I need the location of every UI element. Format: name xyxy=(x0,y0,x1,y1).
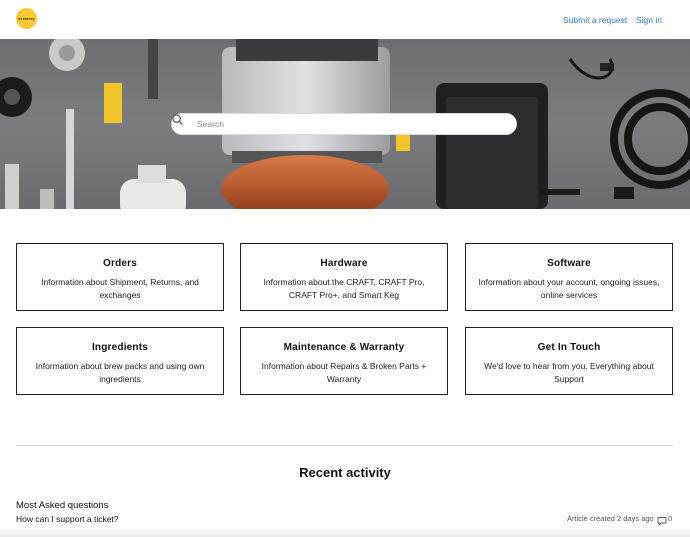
recent-activity-heading: Recent activity xyxy=(299,465,391,480)
search-input[interactable] xyxy=(197,119,497,129)
section-divider xyxy=(16,445,673,446)
category-card-software[interactable]: Software Information about your account,… xyxy=(465,243,673,311)
activity-article-link[interactable]: How can I support a ticket? xyxy=(16,514,119,524)
hero-banner xyxy=(0,39,690,209)
card-title: Maintenance & Warranty xyxy=(283,342,405,353)
category-card-orders[interactable]: Orders Information about Shipment, Retur… xyxy=(16,243,224,311)
comment-count: 0 xyxy=(668,514,673,523)
category-card-hardware[interactable]: Hardware Information about the CRAFT, CR… xyxy=(240,243,448,311)
brand-logo[interactable]: brewery xyxy=(16,8,37,29)
category-card-maintenance-warranty[interactable]: Maintenance & Warranty Information about… xyxy=(240,327,448,395)
logo-text: brewery xyxy=(18,16,35,21)
card-title: Ingredients xyxy=(91,342,149,353)
card-title: Hardware xyxy=(320,258,368,269)
submit-request-link[interactable]: Submit a request xyxy=(563,15,627,25)
comment-icon xyxy=(657,513,667,526)
card-description: Information about Shipment, Returns, and… xyxy=(41,277,199,300)
site-header: brewery Submit a request Sign in xyxy=(0,0,690,39)
search-bar[interactable] xyxy=(171,113,517,135)
card-description: Information about brew packs and using o… xyxy=(35,361,205,384)
card-description: Information about the CRAFT, CRAFT Pro, … xyxy=(263,277,425,300)
activity-meta: Article created 2 days ago xyxy=(567,514,654,523)
sign-in-link[interactable]: Sign in xyxy=(636,15,662,25)
card-description: Information about your account, ongoing … xyxy=(478,277,660,300)
footer-fade xyxy=(0,527,690,537)
activity-section-link[interactable]: Most Asked questions xyxy=(16,500,108,511)
category-card-ingredients[interactable]: Ingredients Information about brew packs… xyxy=(16,327,224,395)
card-title: Get In Touch xyxy=(537,342,601,353)
card-description: Information about Repairs & Broken Parts… xyxy=(261,361,427,384)
search-icon xyxy=(172,114,192,130)
card-title: Software xyxy=(547,258,591,269)
card-title: Orders xyxy=(103,258,137,269)
card-description: We'd love to hear from you. Everything a… xyxy=(484,361,654,384)
category-card-get-in-touch[interactable]: Get In Touch We'd love to hear from you.… xyxy=(465,327,673,395)
